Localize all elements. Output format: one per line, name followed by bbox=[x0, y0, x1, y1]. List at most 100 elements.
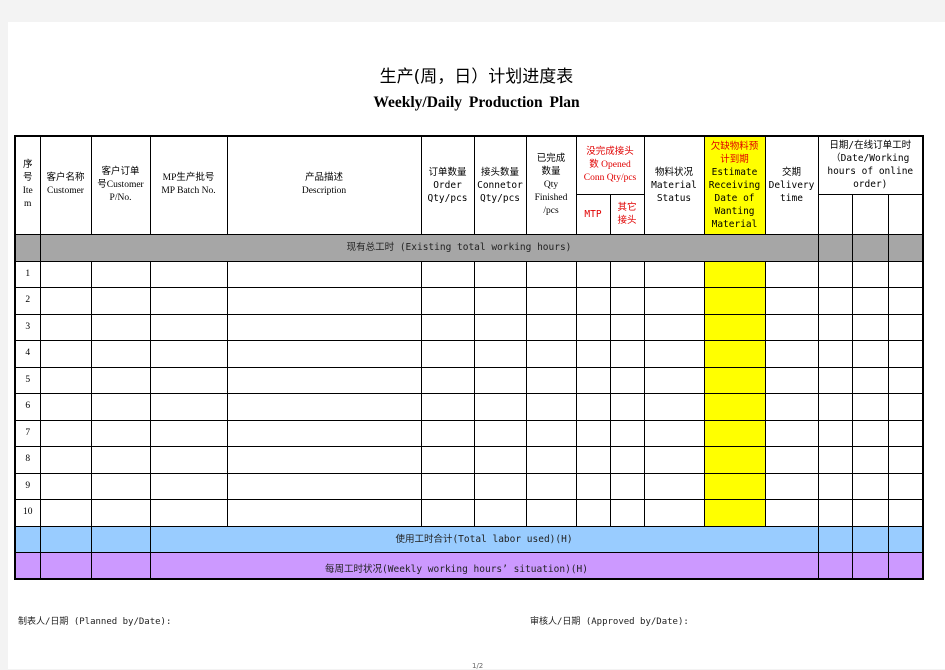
cell-material-status[interactable] bbox=[643, 446, 705, 474]
cell-date-1[interactable] bbox=[817, 260, 853, 288]
existing-hours-date-2[interactable] bbox=[851, 233, 889, 262]
cell-date-1[interactable] bbox=[817, 313, 853, 341]
cell-customer-po[interactable] bbox=[90, 419, 151, 447]
cell-other-connector[interactable] bbox=[609, 446, 645, 474]
cell-finished-qty[interactable] bbox=[525, 340, 577, 368]
cell-customer-po[interactable] bbox=[90, 366, 151, 394]
cell-other-connector[interactable] bbox=[609, 472, 645, 500]
cell-mp-batch[interactable] bbox=[149, 472, 228, 500]
cell-customer[interactable] bbox=[39, 499, 92, 527]
cell-delivery-time[interactable] bbox=[764, 393, 819, 421]
cell-mtp[interactable] bbox=[575, 446, 611, 474]
cell-material-status[interactable] bbox=[643, 287, 705, 315]
cell-estimate-receiving[interactable] bbox=[703, 419, 766, 447]
cell-delivery-time[interactable] bbox=[764, 340, 819, 368]
cell-estimate-receiving[interactable] bbox=[703, 366, 766, 394]
cell-mtp[interactable] bbox=[575, 499, 611, 527]
cell-customer[interactable] bbox=[39, 313, 92, 341]
cell-date-1[interactable] bbox=[817, 340, 853, 368]
cell-date-3[interactable] bbox=[887, 393, 924, 421]
cell-other-connector[interactable] bbox=[609, 287, 645, 315]
cell-connector-qty[interactable] bbox=[473, 472, 527, 500]
cell-mp-batch[interactable] bbox=[149, 366, 228, 394]
cell-material-status[interactable] bbox=[643, 313, 705, 341]
cell-customer[interactable] bbox=[39, 446, 92, 474]
cell-customer-po[interactable] bbox=[90, 340, 151, 368]
cell-mtp[interactable] bbox=[575, 340, 611, 368]
cell-date-2[interactable] bbox=[851, 313, 889, 341]
cell-connector-qty[interactable] bbox=[473, 313, 527, 341]
total-labor-date-1[interactable] bbox=[817, 525, 853, 553]
cell-mp-batch[interactable] bbox=[149, 419, 228, 447]
cell-delivery-time[interactable] bbox=[764, 499, 819, 527]
cell-date-1[interactable] bbox=[817, 446, 853, 474]
cell-mtp[interactable] bbox=[575, 419, 611, 447]
cell-material-status[interactable] bbox=[643, 499, 705, 527]
cell-date-2[interactable] bbox=[851, 366, 889, 394]
cell-other-connector[interactable] bbox=[609, 393, 645, 421]
cell-estimate-receiving[interactable] bbox=[703, 260, 766, 288]
cell-date-1[interactable] bbox=[817, 287, 853, 315]
cell-date-3[interactable] bbox=[887, 260, 924, 288]
cell-delivery-time[interactable] bbox=[764, 287, 819, 315]
cell-customer[interactable] bbox=[39, 393, 92, 421]
cell-finished-qty[interactable] bbox=[525, 393, 577, 421]
existing-hours-date-3[interactable] bbox=[887, 233, 924, 262]
cell-material-status[interactable] bbox=[643, 419, 705, 447]
cell-customer-po[interactable] bbox=[90, 499, 151, 527]
cell-mp-batch[interactable] bbox=[149, 393, 228, 421]
cell-order-qty[interactable] bbox=[420, 499, 475, 527]
cell-other-connector[interactable] bbox=[609, 419, 645, 447]
weekly-hours-date-3[interactable] bbox=[887, 552, 924, 580]
cell-customer[interactable] bbox=[39, 366, 92, 394]
cell-date-2[interactable] bbox=[851, 419, 889, 447]
cell-order-qty[interactable] bbox=[420, 313, 475, 341]
cell-mp-batch[interactable] bbox=[149, 260, 228, 288]
cell-material-status[interactable] bbox=[643, 260, 705, 288]
cell-date-3[interactable] bbox=[887, 287, 924, 315]
cell-finished-qty[interactable] bbox=[525, 287, 577, 315]
cell-material-status[interactable] bbox=[643, 472, 705, 500]
cell-date-3[interactable] bbox=[887, 419, 924, 447]
cell-date-3[interactable] bbox=[887, 313, 924, 341]
cell-date-3[interactable] bbox=[887, 499, 924, 527]
cell-order-qty[interactable] bbox=[420, 472, 475, 500]
cell-customer-po[interactable] bbox=[90, 260, 151, 288]
cell-customer-po[interactable] bbox=[90, 446, 151, 474]
cell-estimate-receiving[interactable] bbox=[703, 313, 766, 341]
cell-mtp[interactable] bbox=[575, 393, 611, 421]
cell-customer[interactable] bbox=[39, 472, 92, 500]
cell-date-3[interactable] bbox=[887, 446, 924, 474]
cell-customer-po[interactable] bbox=[90, 393, 151, 421]
cell-customer-po[interactable] bbox=[90, 287, 151, 315]
cell-connector-qty[interactable] bbox=[473, 393, 527, 421]
cell-delivery-time[interactable] bbox=[764, 260, 819, 288]
total-labor-date-3[interactable] bbox=[887, 525, 924, 553]
cell-order-qty[interactable] bbox=[420, 287, 475, 315]
cell-mtp[interactable] bbox=[575, 287, 611, 315]
cell-estimate-receiving[interactable] bbox=[703, 287, 766, 315]
cell-date-3[interactable] bbox=[887, 366, 924, 394]
cell-date-3[interactable] bbox=[887, 340, 924, 368]
cell-other-connector[interactable] bbox=[609, 340, 645, 368]
cell-mtp[interactable] bbox=[575, 472, 611, 500]
cell-finished-qty[interactable] bbox=[525, 313, 577, 341]
cell-customer-po[interactable] bbox=[90, 313, 151, 341]
cell-description[interactable] bbox=[226, 472, 422, 500]
total-labor-date-2[interactable] bbox=[851, 525, 889, 553]
cell-finished-qty[interactable] bbox=[525, 446, 577, 474]
cell-order-qty[interactable] bbox=[420, 366, 475, 394]
cell-other-connector[interactable] bbox=[609, 499, 645, 527]
cell-description[interactable] bbox=[226, 366, 422, 394]
cell-material-status[interactable] bbox=[643, 393, 705, 421]
cell-order-qty[interactable] bbox=[420, 340, 475, 368]
cell-date-2[interactable] bbox=[851, 287, 889, 315]
cell-date-1[interactable] bbox=[817, 393, 853, 421]
cell-other-connector[interactable] bbox=[609, 366, 645, 394]
cell-connector-qty[interactable] bbox=[473, 340, 527, 368]
cell-estimate-receiving[interactable] bbox=[703, 340, 766, 368]
cell-description[interactable] bbox=[226, 260, 422, 288]
cell-delivery-time[interactable] bbox=[764, 419, 819, 447]
cell-other-connector[interactable] bbox=[609, 313, 645, 341]
cell-customer-po[interactable] bbox=[90, 472, 151, 500]
